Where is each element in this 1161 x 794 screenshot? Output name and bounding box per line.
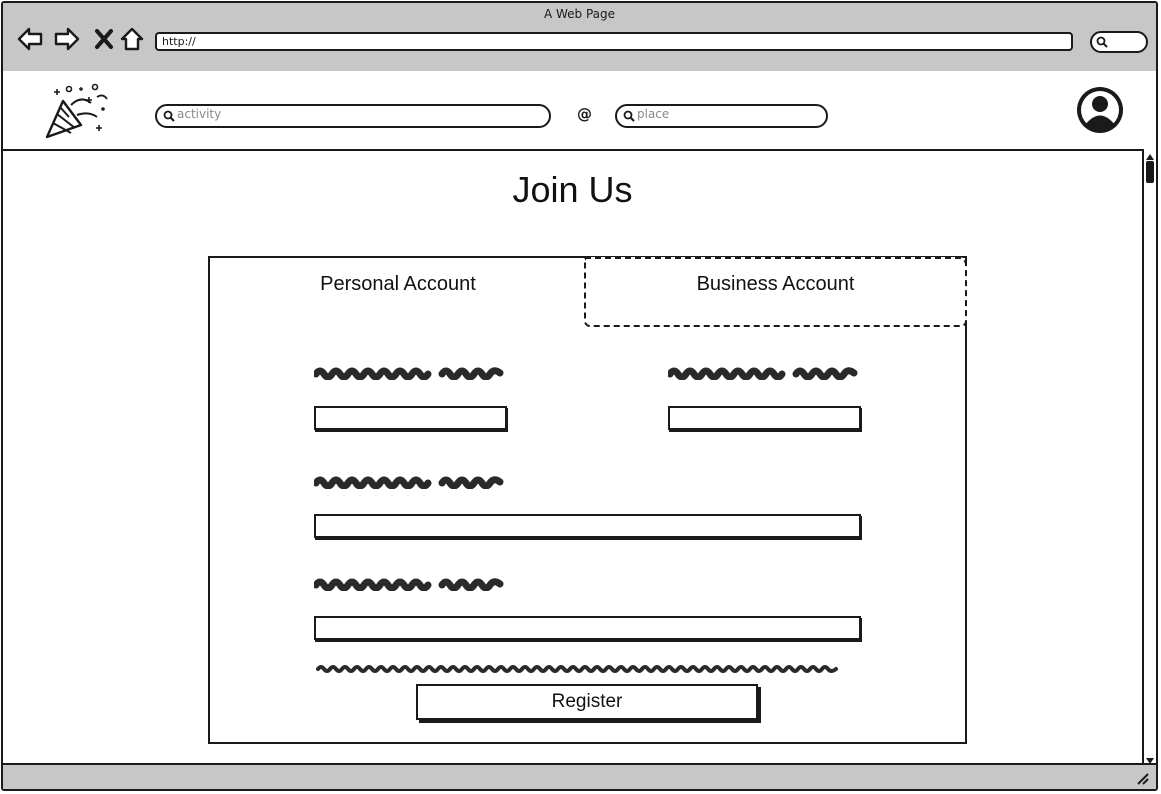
party-popper-icon[interactable] [41,81,111,141]
signup-card: Personal Account Business Account Regist… [208,256,967,744]
field-label-placeholder [312,575,504,592]
tab-business-account[interactable]: Business Account [584,257,967,327]
at-label: @ [577,105,592,123]
text-input[interactable] [316,517,859,537]
browser-toolbar: A Web Page http:// [3,3,1156,73]
forward-icon[interactable] [53,25,81,53]
field-label-placeholder [312,364,504,381]
first-name-field[interactable] [314,406,507,430]
last-name-field[interactable] [668,406,861,430]
browser-window: A Web Page http:// activity @ place Join… [1,1,1158,791]
address-bar[interactable]: http:// [155,32,1073,51]
field-label-placeholder [666,364,858,381]
activity-search-field[interactable] [155,104,551,128]
password-field[interactable] [314,616,861,640]
home-icon[interactable] [118,25,146,53]
search-icon [623,110,635,122]
status-bar [3,763,1156,789]
user-avatar-icon[interactable] [1074,84,1126,136]
field-label-placeholder [312,473,504,490]
email-field[interactable] [314,514,861,538]
page-title: Join Us [512,169,633,210]
terms-text-placeholder [316,658,840,673]
search-icon [1096,36,1108,48]
password-input[interactable] [316,619,859,639]
text-input[interactable] [670,409,859,429]
register-button[interactable]: Register [416,684,758,720]
place-input[interactable] [637,107,805,121]
back-icon[interactable] [16,25,44,53]
text-input[interactable] [316,409,505,429]
tab-personal-account[interactable]: Personal Account [210,258,586,320]
window-title: A Web Page [543,7,616,21]
browser-search-button[interactable] [1090,31,1148,53]
search-icon [163,110,175,122]
scrollbar-thumb[interactable] [1146,161,1154,183]
resize-grip-icon[interactable] [1136,772,1150,786]
stop-icon[interactable] [90,25,118,53]
place-search-field[interactable] [615,104,828,128]
site-header: @ [3,71,1156,151]
activity-input[interactable] [177,107,491,121]
vertical-scrollbar[interactable] [1142,149,1156,769]
